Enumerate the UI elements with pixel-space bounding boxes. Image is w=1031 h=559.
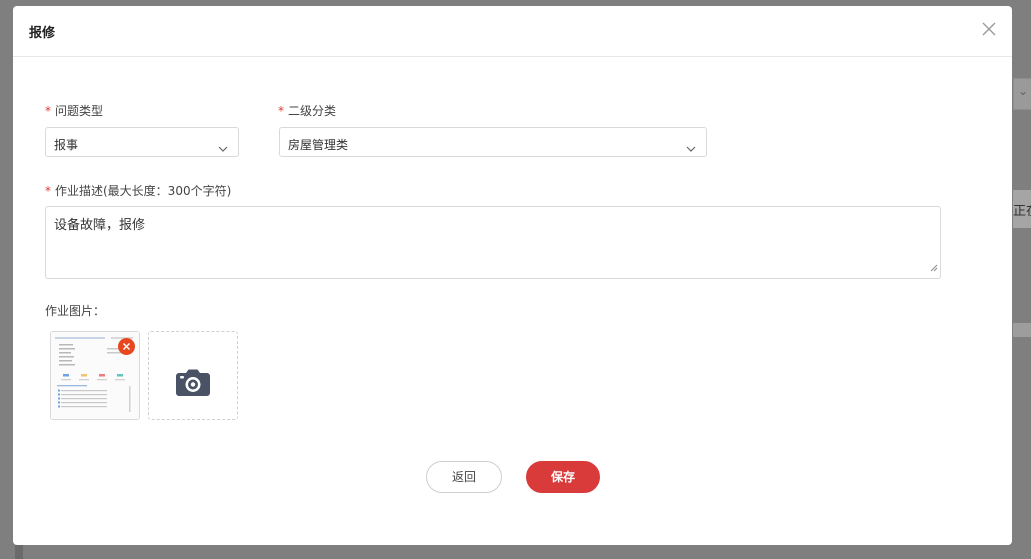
required-mark: *: [278, 104, 284, 118]
background-chevron-down-icon: ⌄: [1018, 84, 1029, 98]
secondary-category-value: 房屋管理类: [288, 138, 349, 152]
close-icon[interactable]: [980, 20, 998, 38]
description-label-text: 作业描述(最大长度：300个字符): [55, 184, 232, 198]
description-value: 设备故障，报修: [54, 218, 146, 233]
camera-icon: [176, 369, 210, 396]
required-mark: *: [45, 184, 51, 198]
secondary-category-label: * 二级分类: [278, 102, 336, 119]
remove-icon[interactable]: [118, 338, 135, 355]
description-textarea[interactable]: 设备故障，报修: [45, 206, 941, 279]
problem-type-label-text: 问题类型: [55, 104, 104, 118]
description-label: * 作业描述(最大长度：300个字符): [45, 182, 231, 199]
repair-dialog: 报修 * 问题类型 报事 * 二级分类 房屋管理类 * 作业描述(最大长度：300个字…: [13, 6, 1012, 545]
problem-type-value: 报事: [54, 138, 79, 152]
images-label: 作业图片：: [45, 304, 106, 318]
background-partial-text: 正在: [1013, 204, 1031, 219]
problem-type-label: * 问题类型: [45, 102, 103, 119]
image-upload-button[interactable]: [148, 331, 238, 420]
dialog-header: 报修: [13, 6, 1012, 57]
chevron-down-icon: [686, 138, 696, 157]
problem-type-select[interactable]: 报事: [45, 127, 239, 157]
required-mark: *: [45, 104, 51, 118]
save-button[interactable]: 保存: [526, 461, 600, 493]
back-button[interactable]: 返回: [426, 461, 502, 493]
secondary-category-select[interactable]: 房屋管理类: [279, 127, 707, 157]
secondary-category-label-text: 二级分类: [288, 104, 337, 118]
dialog-title: 报修: [29, 26, 56, 41]
background-edge: [15, 545, 23, 559]
resize-grip-icon[interactable]: [930, 257, 938, 276]
background-band: [1013, 323, 1031, 337]
chevron-down-icon: [218, 138, 228, 157]
